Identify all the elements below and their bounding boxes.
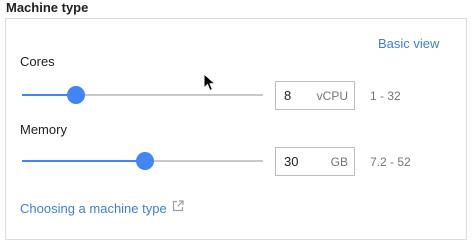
memory-slider-fill [22, 160, 145, 162]
machine-type-section: Machine type Basic view Cores vCPU 1 - 3… [0, 0, 474, 245]
external-link-icon[interactable] [171, 199, 185, 213]
memory-field: GB [275, 147, 355, 176]
memory-unit: GB [330, 155, 348, 169]
memory-input[interactable] [284, 153, 318, 169]
cores-unit: vCPU [316, 89, 348, 103]
section-title: Machine type [6, 0, 89, 15]
cores-label: Cores [20, 54, 55, 69]
memory-range: 7.2 - 52 [370, 155, 411, 169]
mouse-pointer-icon [203, 73, 217, 92]
cores-slider[interactable] [22, 86, 263, 104]
choosing-machine-type-link[interactable]: Choosing a machine type [20, 201, 167, 216]
cores-range: 1 - 32 [370, 89, 401, 103]
memory-slider[interactable] [22, 152, 263, 170]
cores-field: vCPU [275, 81, 355, 110]
cores-input[interactable] [284, 87, 318, 103]
memory-label: Memory [20, 122, 67, 137]
memory-slider-thumb[interactable] [136, 152, 154, 170]
basic-view-link[interactable]: Basic view [378, 36, 439, 51]
cores-slider-thumb[interactable] [67, 86, 85, 104]
